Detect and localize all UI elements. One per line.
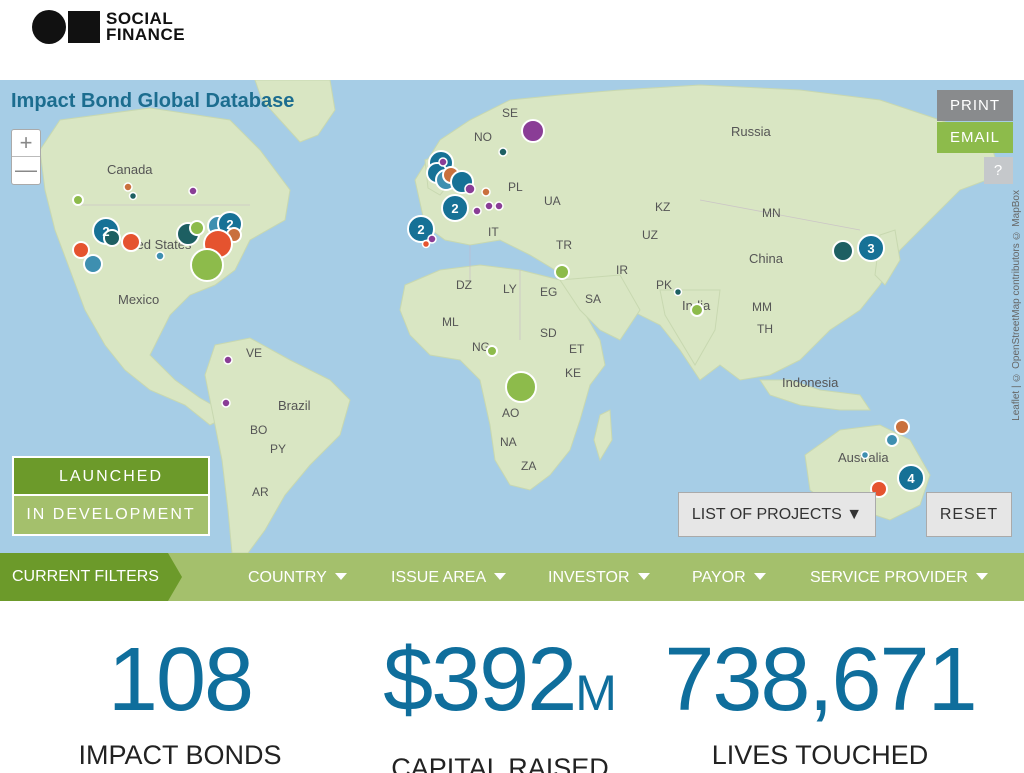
chevron-down-icon: [753, 573, 766, 580]
project-marker[interactable]: [72, 194, 84, 206]
stat-lives-touched: 738,671 LIVES TOUCHED: [650, 630, 990, 771]
project-marker[interactable]: [673, 287, 683, 297]
help-button[interactable]: ?: [984, 157, 1013, 184]
filter-country[interactable]: COUNTRY: [248, 553, 347, 601]
stat-value: 738,671: [664, 630, 977, 730]
project-marker[interactable]: [123, 182, 133, 192]
stat-value: $392M: [360, 630, 640, 743]
status-legend: LAUNCHED IN DEVELOPMENT: [12, 456, 210, 536]
filter-payor[interactable]: PAYOR: [692, 553, 766, 601]
filter-investor[interactable]: INVESTOR: [548, 553, 650, 601]
email-button[interactable]: EMAIL: [937, 122, 1013, 153]
cluster-count: 2: [226, 217, 233, 232]
logo-square-icon: [68, 11, 100, 43]
cluster-count: 4: [907, 471, 915, 486]
project-marker[interactable]: [223, 355, 233, 365]
project-marker[interactable]: [494, 201, 504, 211]
logo-line-2: FINANCE: [106, 25, 186, 44]
filter-service-provider[interactable]: SERVICE PROVIDER: [810, 553, 988, 601]
filter-issue-area[interactable]: ISSUE AREA: [391, 553, 507, 601]
chevron-down-icon: [975, 573, 988, 580]
launched-filter[interactable]: LAUNCHED: [14, 458, 208, 496]
project-marker[interactable]: [498, 147, 508, 157]
current-filters-label: CURRENT FILTERS: [0, 553, 168, 601]
chevron-down-icon: [334, 573, 347, 580]
stat-unit: M: [575, 665, 617, 721]
stat-capital-raised: $392M CAPITAL RAISED: [360, 630, 640, 773]
list-of-projects-button[interactable]: LIST OF PROJECTS ▼: [678, 492, 876, 537]
project-marker[interactable]: [885, 433, 899, 447]
world-map[interactable]: Impact Bond Global Database + — Canada i…: [0, 80, 1024, 553]
filter-label: INVESTOR: [548, 569, 630, 586]
print-button[interactable]: PRINT: [937, 90, 1013, 121]
project-marker[interactable]: [190, 248, 224, 282]
cluster-count: 2: [451, 201, 458, 216]
project-marker[interactable]: [155, 251, 165, 261]
stat-label: LIVES TOUCHED: [711, 740, 929, 770]
filter-label: ISSUE AREA: [391, 569, 487, 586]
cluster-count: 2: [102, 224, 109, 239]
stat-number: $392: [383, 630, 577, 730]
project-marker[interactable]: [505, 371, 537, 403]
project-marker[interactable]: [438, 157, 448, 167]
project-marker[interactable]: [894, 419, 910, 435]
project-marker[interactable]: [128, 191, 138, 201]
project-marker[interactable]: [860, 450, 870, 460]
map-attribution[interactable]: Leaflet | © OpenStreetMap contributors ©…: [1011, 190, 1022, 421]
project-marker[interactable]: [690, 303, 704, 317]
project-marker[interactable]: [554, 264, 570, 280]
project-marker[interactable]: [121, 232, 141, 252]
stat-impact-bonds: 108 IMPACT BONDS: [60, 630, 300, 771]
stat-label: IMPACT BONDS: [78, 740, 282, 770]
project-marker[interactable]: [221, 398, 231, 408]
reset-button[interactable]: RESET: [926, 492, 1012, 537]
logo-text: SOCIAL FINANCE: [106, 10, 186, 44]
project-marker[interactable]: [484, 201, 494, 211]
filter-bar: CURRENT FILTERS COUNTRY ISSUE AREA INVES…: [0, 553, 1024, 601]
project-marker[interactable]: [486, 345, 498, 357]
project-marker[interactable]: [481, 187, 491, 197]
cluster-count: 3: [867, 241, 874, 256]
social-finance-logo[interactable]: SOCIAL FINANCE: [32, 10, 185, 44]
project-marker[interactable]: [464, 183, 476, 195]
current-filters-arrow-icon: [168, 553, 182, 601]
project-marker[interactable]: [188, 186, 198, 196]
chevron-down-icon: [494, 573, 507, 580]
cluster-count: 2: [417, 222, 424, 237]
project-marker[interactable]: [72, 241, 90, 259]
in-development-filter[interactable]: IN DEVELOPMENT: [14, 496, 208, 534]
project-marker[interactable]: [521, 119, 545, 143]
project-marker[interactable]: [83, 254, 103, 274]
project-marker[interactable]: [189, 220, 205, 236]
chevron-down-icon: [637, 573, 650, 580]
site-header: SOCIAL FINANCE: [0, 0, 1024, 80]
stat-value: 108: [107, 630, 254, 730]
logo-circle-icon: [32, 10, 66, 44]
filter-label: COUNTRY: [248, 569, 327, 586]
stat-label: CAPITAL RAISED: [391, 753, 609, 773]
filter-label: PAYOR: [692, 569, 746, 586]
filter-label: SERVICE PROVIDER: [810, 569, 968, 586]
project-marker[interactable]: [472, 206, 482, 216]
project-marker[interactable]: [421, 239, 431, 249]
project-marker[interactable]: [832, 240, 854, 262]
